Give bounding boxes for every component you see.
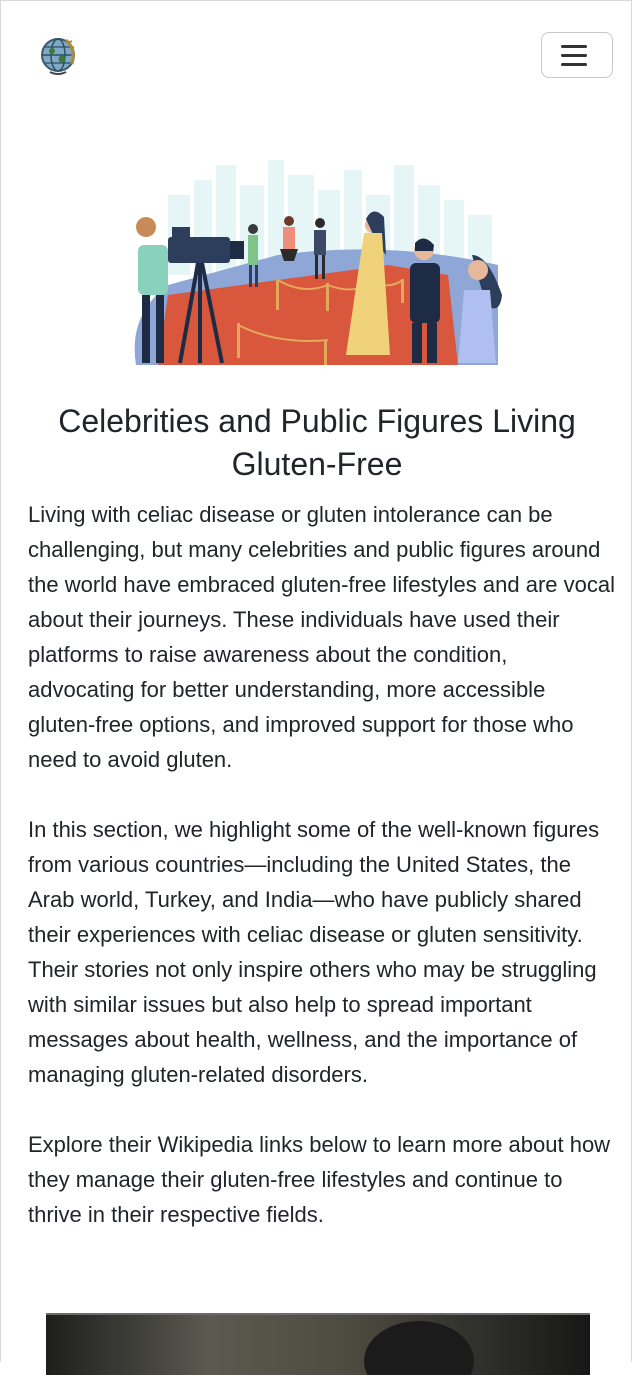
menu-toggle-button[interactable] xyxy=(541,32,613,78)
intro-text: Living with celiac disease or gluten int… xyxy=(28,497,618,1267)
celebrity-photo-image xyxy=(364,1321,474,1375)
intro-paragraph-1: Living with celiac disease or gluten int… xyxy=(28,502,615,772)
hero-illustration xyxy=(128,155,508,367)
navbar xyxy=(0,0,634,110)
celebrity-photo xyxy=(46,1313,590,1375)
red-carpet-illustration-icon xyxy=(134,160,502,365)
page-title: Celebrities and Public Figures Living Gl… xyxy=(58,403,576,482)
globe-logo-icon xyxy=(41,38,75,75)
intro-paragraph-2: In this section, we highlight some of th… xyxy=(28,817,600,1087)
intro-paragraph-3: Explore their Wikipedia links below to l… xyxy=(28,1132,611,1227)
site-logo[interactable] xyxy=(36,34,80,78)
